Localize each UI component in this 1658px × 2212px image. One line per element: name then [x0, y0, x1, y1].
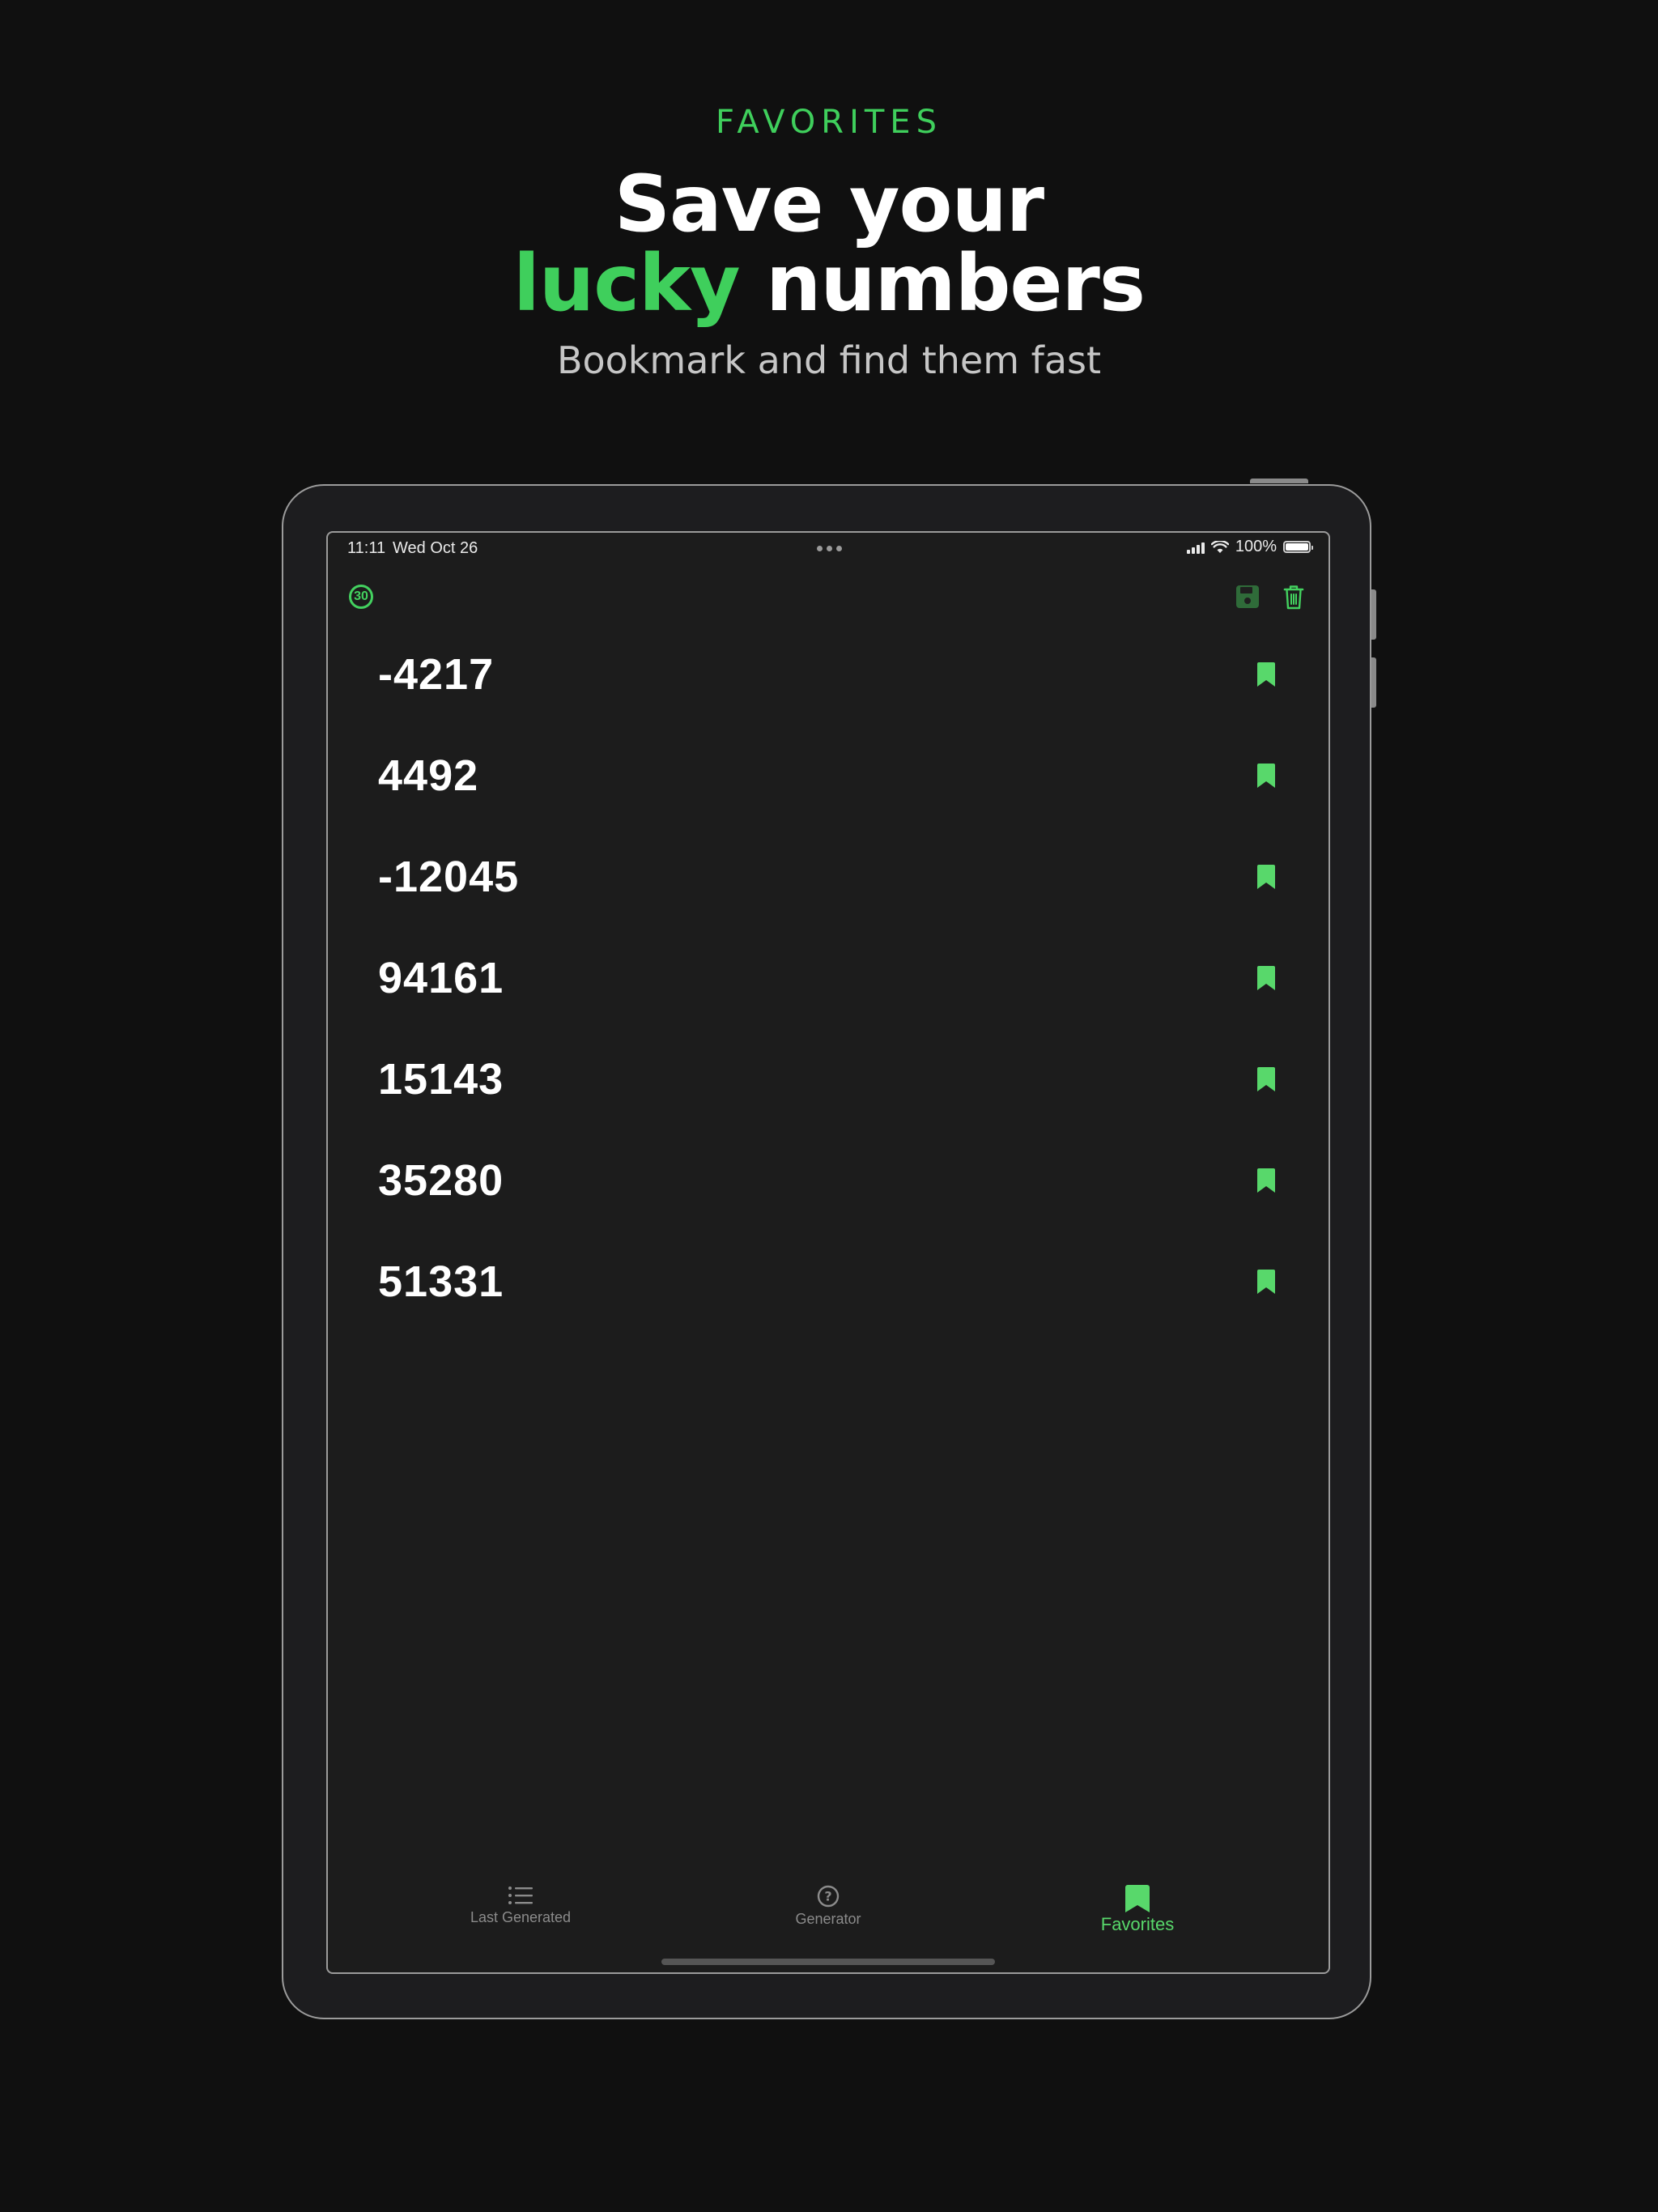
- list-item[interactable]: 51331: [328, 1237, 1329, 1338]
- tab-last-generated[interactable]: Last Generated: [423, 1885, 618, 1926]
- multitasking-dots-icon[interactable]: [817, 546, 842, 551]
- status-date: Wed Oct 26: [393, 539, 478, 557]
- wifi-icon: [1210, 540, 1229, 553]
- promo-eyebrow: FAVORITES: [716, 104, 942, 141]
- tab-favorites[interactable]: Favorites: [1040, 1885, 1235, 1935]
- promo-title-rest: numbers: [739, 238, 1146, 329]
- bookmark-icon[interactable]: [1257, 1270, 1275, 1294]
- list-item[interactable]: 35280: [328, 1136, 1329, 1237]
- favorite-number: 51331: [378, 1257, 504, 1306]
- tab-label: Last Generated: [470, 1909, 572, 1925]
- bookmark-icon[interactable]: [1257, 1168, 1275, 1193]
- device-volume-up-button: [1371, 589, 1376, 640]
- list-item[interactable]: 94161: [328, 934, 1329, 1035]
- trash-icon[interactable]: [1282, 583, 1306, 610]
- promo-subtitle: Bookmark and find them fast: [556, 338, 1102, 382]
- bookmark-icon[interactable]: [1257, 662, 1275, 687]
- bookmark-icon[interactable]: [1257, 1067, 1275, 1091]
- tab-label: Favorites: [1100, 1914, 1175, 1934]
- status-bar: 11:11 Wed Oct 26 100%: [328, 533, 1329, 562]
- battery-percent: 100%: [1235, 538, 1277, 555]
- cellular-signal-icon: [1186, 541, 1205, 554]
- svg-text:?: ?: [824, 1889, 831, 1904]
- bookmark-icon[interactable]: [1257, 764, 1275, 788]
- device-top-button: [1250, 479, 1308, 483]
- count-badge-icon[interactable]: 30: [349, 585, 373, 609]
- favorite-number: -4217: [378, 650, 495, 699]
- list-item[interactable]: 4492: [328, 731, 1329, 832]
- tab-label: Generator: [795, 1911, 861, 1927]
- bookmark-icon: [1125, 1885, 1150, 1912]
- question-circle-icon: ?: [817, 1885, 840, 1908]
- favorite-number: 94161: [378, 954, 504, 1002]
- tab-generator[interactable]: ? Generator: [731, 1885, 925, 1928]
- tab-bar: Last Generated ? Generator Favorites: [328, 1885, 1329, 1950]
- bookmark-icon[interactable]: [1257, 865, 1275, 889]
- favorite-number: -12045: [378, 853, 520, 901]
- favorite-number: 35280: [378, 1156, 504, 1205]
- list-item[interactable]: 15143: [328, 1035, 1329, 1136]
- promo-title-accent: lucky: [512, 238, 741, 329]
- home-indicator[interactable]: [661, 1959, 995, 1965]
- promo-title-line-2: lucky numbers: [0, 238, 1658, 329]
- promo-title-line-1: Save your: [614, 159, 1044, 249]
- status-right: 100%: [1186, 538, 1313, 556]
- bookmark-icon[interactable]: [1257, 966, 1275, 990]
- list-item[interactable]: -12045: [328, 832, 1329, 934]
- list-icon: [508, 1887, 533, 1904]
- status-time: 11:11: [347, 539, 386, 557]
- floppy-disk-icon[interactable]: [1235, 585, 1260, 609]
- device-volume-down-button: [1371, 657, 1376, 708]
- favorite-number: 4492: [378, 751, 479, 800]
- app-screen: 11:11 Wed Oct 26 100% 30 -4217 4492 -120…: [326, 531, 1330, 1974]
- battery-icon: [1283, 541, 1313, 553]
- favorite-number: 15143: [378, 1055, 504, 1104]
- list-item[interactable]: -4217: [328, 630, 1329, 731]
